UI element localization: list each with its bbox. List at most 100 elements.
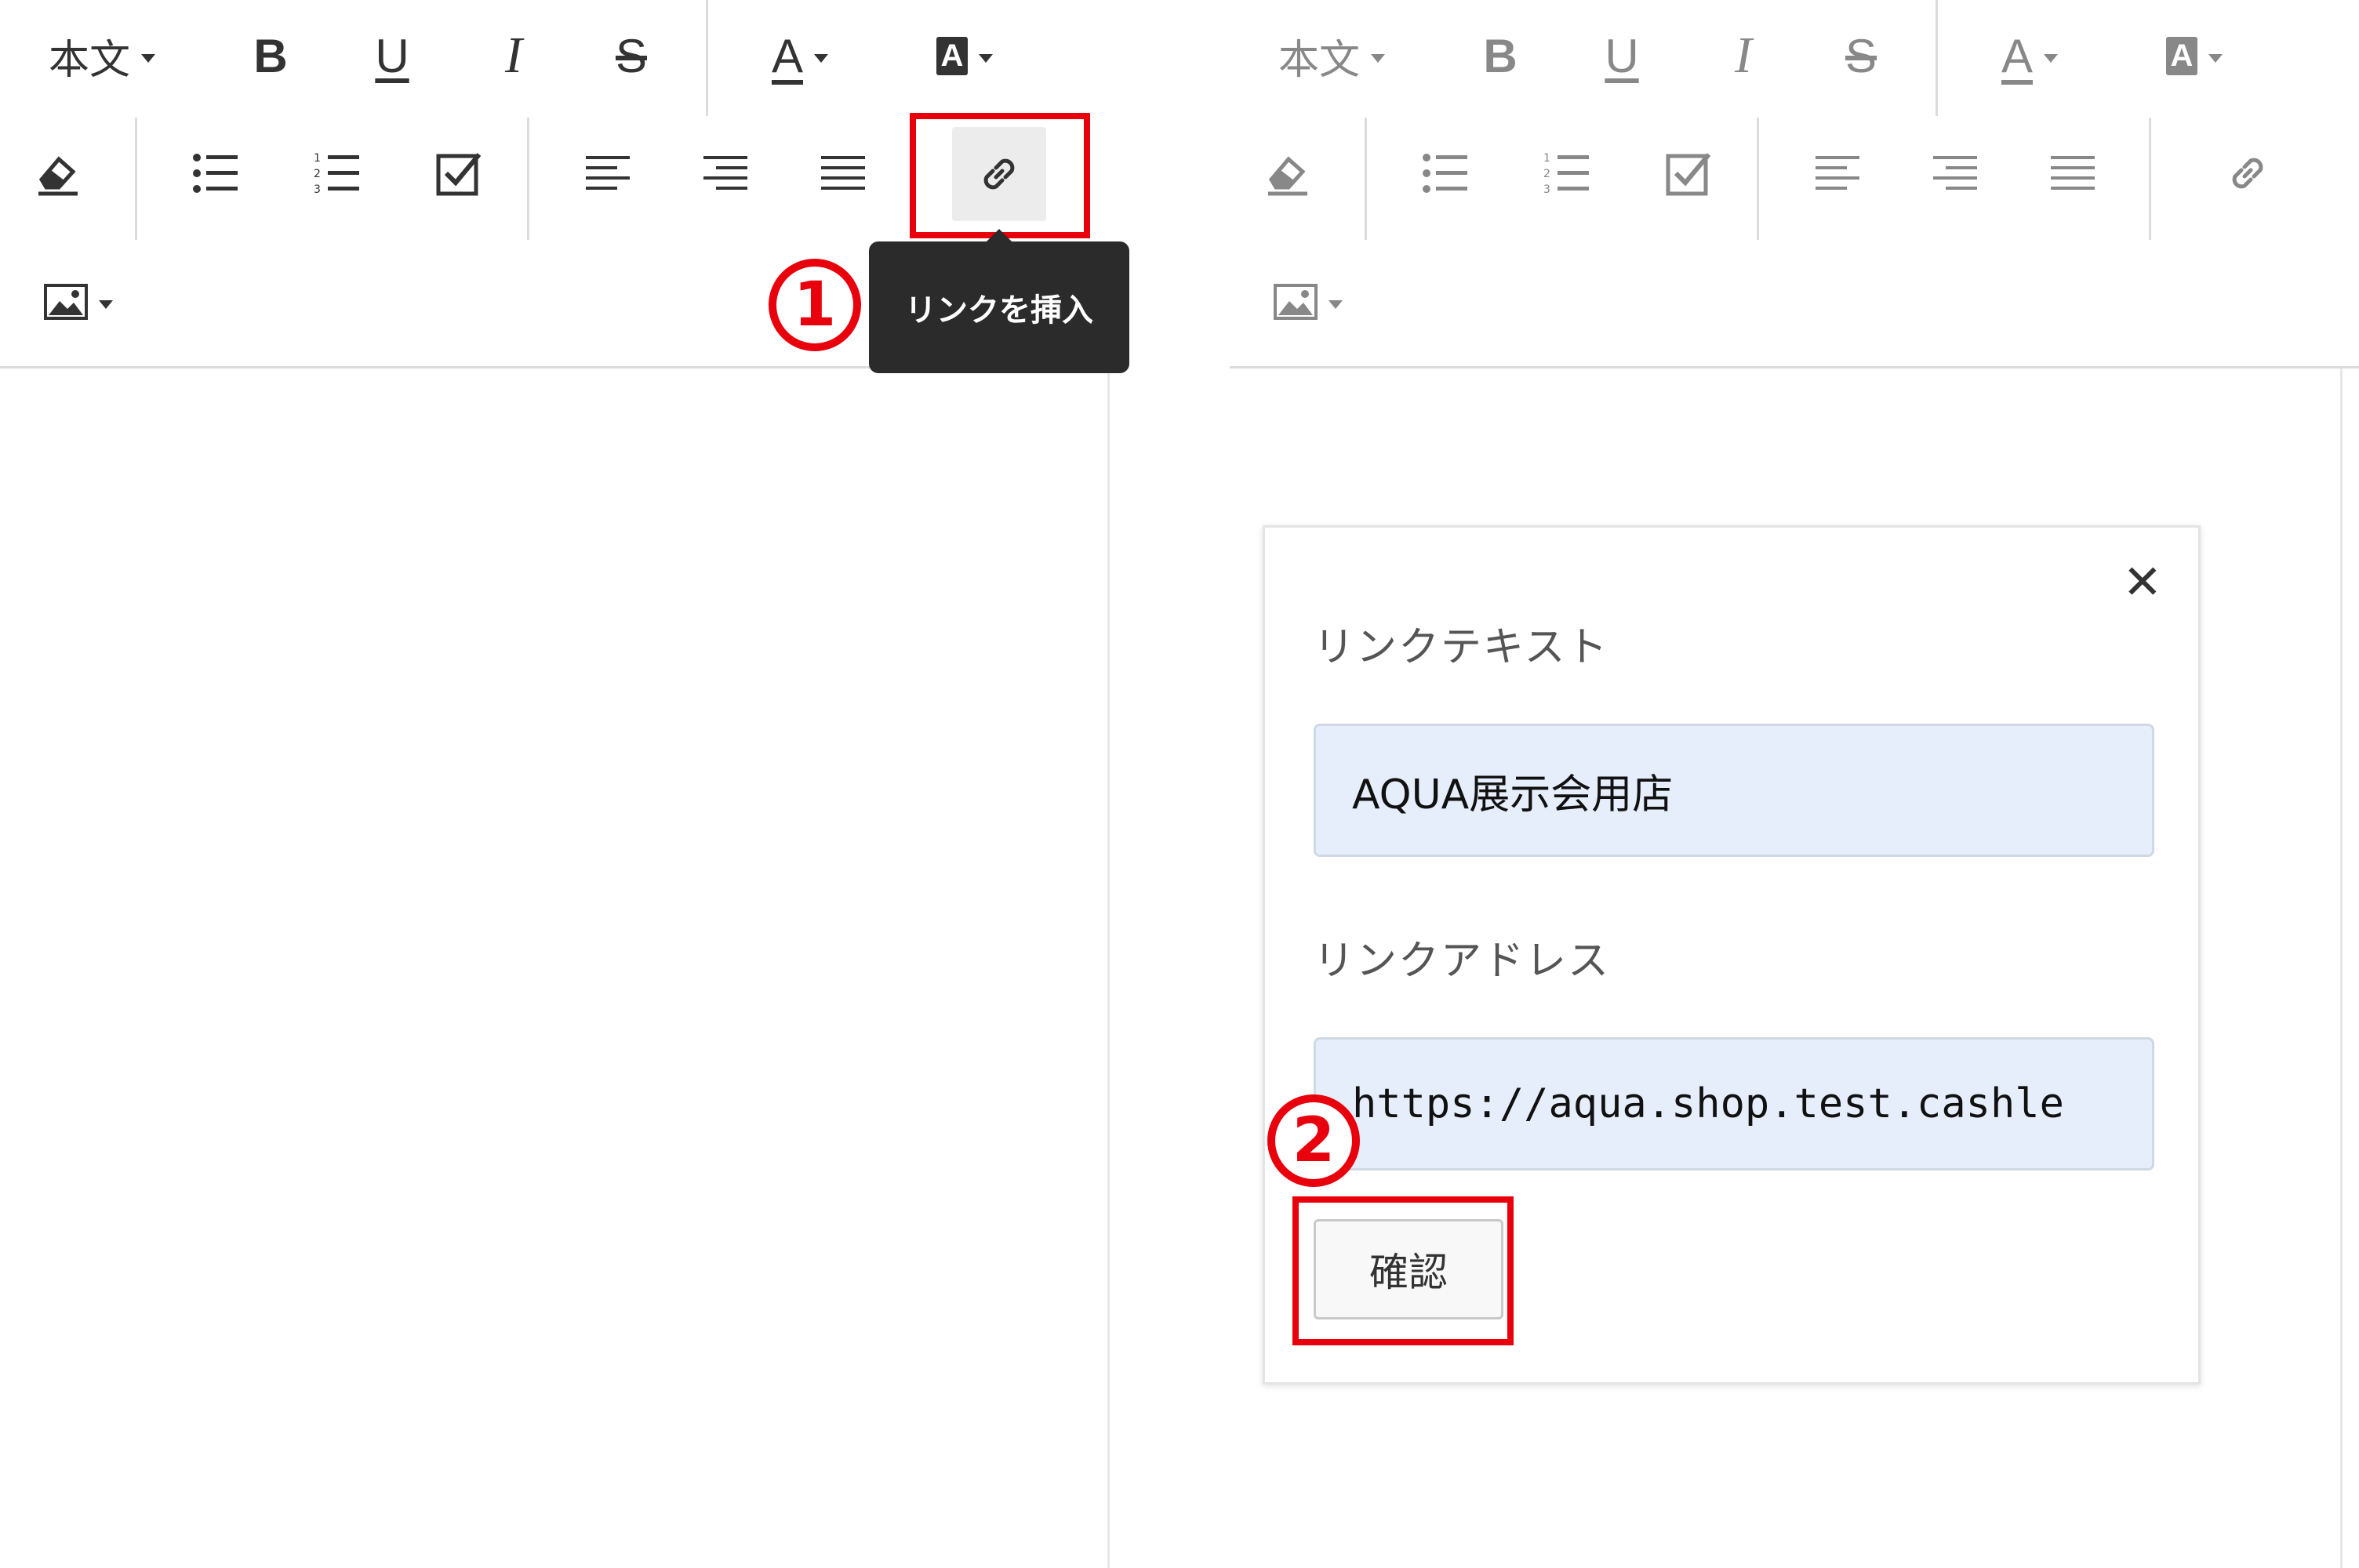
highlight-color-dropdown[interactable]: A xyxy=(2147,5,2241,107)
strikethrough-icon: S xyxy=(615,29,648,82)
tooltip-arrow xyxy=(987,229,1012,241)
step-2-badge: 2 xyxy=(1267,1094,1360,1187)
numbered-list-button[interactable]: 1 2 3 xyxy=(302,122,373,224)
chevron-down-icon xyxy=(141,53,155,63)
underline-icon: U xyxy=(375,29,409,82)
highlight-color-icon: A xyxy=(2165,36,2198,75)
toolbar-row-formatting: 本文 B U I S A A xyxy=(0,0,1110,118)
align-justify-icon xyxy=(821,156,865,190)
chevron-down-icon xyxy=(979,53,994,63)
link-icon xyxy=(2232,158,2263,189)
chevron-down-icon xyxy=(814,53,829,63)
bullet-list-button[interactable] xyxy=(180,122,251,224)
svg-text:1: 1 xyxy=(1543,152,1550,165)
editor-scroll-edge xyxy=(1107,368,1110,1568)
align-right-button[interactable] xyxy=(1920,122,1990,224)
italic-icon: I xyxy=(505,27,522,84)
eraser-icon xyxy=(1268,156,1307,196)
editor-scroll-edge xyxy=(2340,368,2343,1568)
bullet-list-icon xyxy=(1423,154,1467,193)
numbered-list-icon: 1 2 3 xyxy=(1543,152,1589,195)
svg-text:2: 2 xyxy=(314,168,321,180)
svg-text:2: 2 xyxy=(1543,168,1550,180)
highlight-confirm-button xyxy=(1292,1196,1514,1345)
checkbox-icon xyxy=(436,153,482,196)
align-left-button[interactable] xyxy=(1802,122,1873,224)
link-text-value: AQUA展示会用店 xyxy=(1352,771,1674,818)
font-color-icon: A xyxy=(771,29,804,82)
bold-icon: B xyxy=(1483,29,1518,82)
numbered-list-button[interactable]: 1 2 3 xyxy=(1532,122,1602,224)
toolbar-separator xyxy=(135,118,137,240)
numbered-list-icon: 1 2 3 xyxy=(314,152,359,195)
link-address-input[interactable]: https://aqua.shop.test.cashle xyxy=(1314,1037,2154,1171)
eraser-icon xyxy=(38,156,78,196)
strikethrough-button[interactable]: S xyxy=(596,5,667,107)
toolbar-separator xyxy=(527,118,529,240)
italic-button[interactable]: I xyxy=(1708,5,1779,107)
close-icon[interactable]: ✕ xyxy=(2123,559,2162,606)
underline-icon: U xyxy=(1605,29,1639,82)
italic-button[interactable]: I xyxy=(478,5,549,107)
svg-text:3: 3 xyxy=(314,183,321,195)
align-justify-button[interactable] xyxy=(2037,122,2108,224)
insert-link-tooltip: リンクを挿入 xyxy=(869,241,1129,373)
toolbar-separator xyxy=(706,0,708,116)
italic-icon: I xyxy=(1735,27,1752,84)
insert-image-dropdown[interactable] xyxy=(31,247,125,357)
toolbar-separator xyxy=(1365,118,1367,240)
toolbar-row-media xyxy=(1230,247,2359,365)
underline-button[interactable]: U xyxy=(1587,5,1657,107)
image-icon xyxy=(44,284,88,320)
paragraph-style-dropdown[interactable]: 本文 xyxy=(31,5,173,107)
font-color-dropdown[interactable]: A xyxy=(1983,5,2077,107)
clear-format-button[interactable] xyxy=(24,122,94,224)
toolbar-row-formatting: 本文 B U I S A A xyxy=(1230,0,2359,118)
insert-image-dropdown[interactable] xyxy=(1261,247,1355,357)
bold-button[interactable]: B xyxy=(235,5,306,107)
highlight-insert-link xyxy=(910,113,1090,238)
link-text-label: リンクテキスト xyxy=(1314,624,1609,671)
link-text-input[interactable]: AQUA展示会用店 xyxy=(1314,724,2154,857)
svg-text:3: 3 xyxy=(1543,183,1550,195)
align-justify-button[interactable] xyxy=(808,122,878,224)
strikethrough-button[interactable]: S xyxy=(1826,5,1896,107)
align-right-button[interactable] xyxy=(690,122,761,224)
align-justify-icon xyxy=(2051,156,2095,190)
toolbar-separator xyxy=(1757,118,1759,240)
bold-icon: B xyxy=(253,29,288,82)
step-1-badge: 1 xyxy=(769,259,861,351)
chevron-down-icon xyxy=(99,299,113,309)
clear-format-button[interactable] xyxy=(1253,122,1324,224)
toolbar-separator xyxy=(1936,0,1938,116)
checklist-button[interactable] xyxy=(423,122,494,224)
checkbox-icon xyxy=(1666,153,1711,196)
font-color-dropdown[interactable]: A xyxy=(753,5,847,107)
highlight-color-dropdown[interactable]: A xyxy=(918,5,1012,107)
align-left-icon xyxy=(1816,156,1859,190)
underline-button[interactable]: U xyxy=(357,5,427,107)
editor-toolbar: 本文 B U I S A A 1 2 3 xyxy=(1230,0,2359,368)
link-address-label: リンクアドレス xyxy=(1314,938,1611,985)
checklist-button[interactable] xyxy=(1653,122,1724,224)
insert-link-button[interactable] xyxy=(2201,122,2295,224)
align-right-icon xyxy=(703,156,747,190)
align-right-icon xyxy=(1933,156,1977,190)
chevron-down-icon xyxy=(2044,53,2059,63)
chevron-down-icon xyxy=(1329,299,1343,309)
chevron-down-icon xyxy=(2208,53,2223,63)
paragraph-style-label: 本文 xyxy=(48,36,130,84)
strikethrough-icon: S xyxy=(1845,29,1877,82)
align-left-icon xyxy=(586,156,630,190)
font-color-icon: A xyxy=(2001,29,2034,82)
link-address-value: https://aqua.shop.test.cashle xyxy=(1352,1080,2064,1127)
bullet-list-icon xyxy=(193,154,238,193)
svg-text:1: 1 xyxy=(314,152,321,165)
bold-button[interactable]: B xyxy=(1465,5,1536,107)
highlight-color-icon: A xyxy=(936,36,969,75)
toolbar-row-structure: 1 2 3 xyxy=(1230,118,2359,235)
bullet-list-button[interactable] xyxy=(1410,122,1481,224)
align-left-button[interactable] xyxy=(572,122,643,224)
paragraph-style-label: 本文 xyxy=(1278,36,1360,84)
paragraph-style-dropdown[interactable]: 本文 xyxy=(1261,5,1402,107)
